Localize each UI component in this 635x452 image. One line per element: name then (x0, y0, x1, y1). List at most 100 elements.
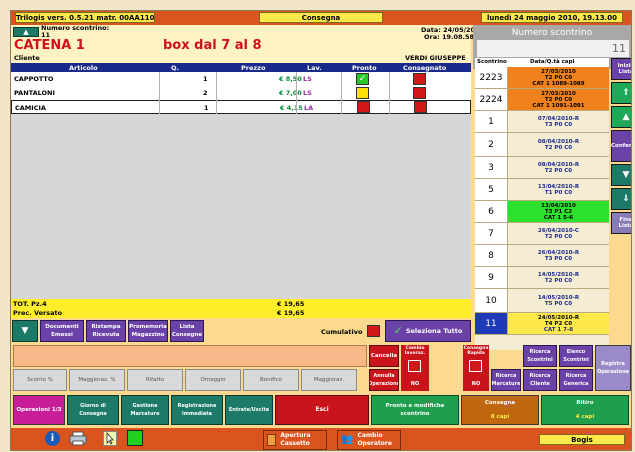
scontrino-detail-line: T2 P0 C0 (544, 233, 573, 240)
lista-consegne-button[interactable]: Lista Consegne (170, 320, 204, 342)
esci-button[interactable]: Esci (275, 395, 369, 425)
apertura-label: Apertura Cassetto (280, 432, 311, 447)
check-icon: ✓ (393, 324, 403, 337)
gestione-marcature-button[interactable]: Gestione Marcature (121, 395, 169, 425)
col-consegnato: Consegnato (403, 64, 447, 72)
documenti-emessi-button[interactable]: Documenti Emessi (40, 320, 84, 342)
input-bar[interactable] (13, 345, 367, 367)
registrazione-immediata-button[interactable]: Registrazione immediata (171, 395, 223, 425)
apertura-cassetto-button[interactable]: Apertura Cassetto (263, 430, 327, 450)
scontrino-details: 24/05/2010-R T4 P2 C0 CAT 1 7-8 (508, 313, 609, 334)
scontrino-row[interactable]: 7 26/04/2010-C T2 P0 C0 (475, 223, 609, 245)
total-value: € 19,65 (277, 300, 305, 308)
cumulativo-label: Cumulativo (321, 328, 363, 336)
cumulativo-toggle[interactable] (367, 325, 380, 337)
pronto-toggle[interactable] (357, 101, 370, 113)
operazioni-button[interactable]: Operazioni 1/3 (13, 395, 65, 425)
item-qty: 1 (204, 104, 209, 112)
col-lav: Lav. (307, 64, 322, 72)
cambio-label: Cambio Operatore (357, 432, 392, 447)
col-qty: Q. (171, 64, 179, 72)
consegnato-toggle[interactable] (413, 73, 426, 85)
omaggio-button[interactable]: Omaggio (185, 369, 241, 391)
cliente-label: Cliente (14, 54, 40, 62)
seleziona-tutto-button[interactable]: ✓ Seleziona Tutto (385, 320, 471, 342)
annulla-operazione-button[interactable]: Annulla Operazione (369, 369, 399, 391)
cambio-operatore-button[interactable]: 👥 Cambio Operatore (337, 430, 401, 450)
scontrino-row[interactable]: 8 26/04/2010-R T3 P0 C0 (475, 245, 609, 267)
ritiro-label: Ritiro (576, 400, 594, 406)
scontrino-row[interactable]: 9 14/05/2010-R T2 P0 C0 (475, 267, 609, 289)
bonifico-button[interactable]: Bonifico (243, 369, 299, 391)
scontrino-row[interactable]: 10 14/05/2010-R T5 P0 C0 (475, 289, 609, 313)
elenco-scontrini-button[interactable]: Elenco Scontrini (559, 345, 593, 367)
page-up-button[interactable]: ⇑ (611, 82, 631, 104)
cambio-lavoraz-toggle[interactable] (408, 360, 421, 372)
version-label: Trilogis vers. 0.5.21 matr. 00AA110000 (15, 12, 155, 23)
info-icon[interactable]: i (45, 431, 60, 446)
drawer-icon (267, 434, 277, 446)
item-lav: LS (303, 75, 312, 83)
item-price: € 7,00 (279, 89, 302, 97)
promemoria-magazzino-button[interactable]: Promemoria Magazzino (128, 320, 168, 342)
scontrino-row[interactable]: 3 08/04/2010-R T2 P0 C0 (475, 157, 609, 179)
ricerca-cliente-button[interactable]: Ricerca Cliente (523, 369, 557, 391)
registra-operazione-button[interactable]: Registra Operazione (595, 345, 631, 391)
inizio-lista-button[interactable]: Inizio Lista (611, 58, 631, 80)
pronto-toggle[interactable] (356, 87, 369, 99)
scontrino-number: 2223 (475, 67, 508, 88)
giorno-consegna-button[interactable]: Giorno di Consegna (67, 395, 119, 425)
consegnato-toggle[interactable] (414, 101, 427, 113)
ricerca-generica-button[interactable]: Ricerca Generica (559, 369, 593, 391)
sconto-button[interactable]: Sconto % (13, 369, 67, 391)
scontrino-number: 8 (475, 245, 508, 266)
ricerca-scontrini-button[interactable]: Ricerca Scontrini (523, 345, 557, 367)
scontrino-row[interactable]: 1 07/04/2010-R T3 P0 C0 (475, 111, 609, 133)
consegna-button[interactable]: Consegna 8 capi (461, 395, 539, 425)
expand-down-button[interactable]: ▼ (12, 320, 38, 342)
ritiro-button[interactable]: Ritiro 4 capi (541, 395, 629, 425)
cancella-button[interactable]: Cancella (369, 345, 399, 367)
entrate-uscite-button[interactable]: Entrate/Uscite (225, 395, 273, 425)
maggioraz-percent-button[interactable]: Maggioraz. % (69, 369, 125, 391)
receipt-search-input[interactable]: 11 (477, 40, 629, 57)
table-row[interactable]: CAPPOTTO 1 € 8,50 LS ✓ (11, 72, 471, 86)
cursor-icon[interactable] (103, 431, 117, 446)
scontrino-row[interactable]: 2 08/04/2010-R T2 P0 C0 (475, 133, 609, 157)
scontrino-row[interactable]: 5 13/04/2010-R T1 P0 C0 (475, 179, 609, 201)
consegna-count: 8 capi (490, 414, 510, 420)
conferma-button[interactable]: Conferma (611, 130, 631, 162)
pronto-check-icon[interactable]: ✓ (356, 73, 369, 85)
rifatto-button[interactable]: Rifatto (127, 369, 183, 391)
scroll-up-list-button[interactable]: ▲ (611, 106, 631, 128)
scontrino-row[interactable]: 6 13/04/2010 T3 P1 C2 CAT 1 5-6 (475, 201, 609, 223)
consegnato-toggle[interactable] (413, 87, 426, 99)
item-qty: 1 (203, 75, 208, 83)
consegna-label: Consegna (484, 400, 516, 406)
scroll-up-button[interactable]: ▲ (13, 27, 39, 37)
table-row[interactable]: PANTALONI 2 € 7,00 LS (11, 86, 471, 100)
scontrino-number: 2 (475, 133, 508, 156)
page-down-button[interactable]: ⇓ (611, 188, 631, 210)
mode-label: Consegna (259, 12, 383, 23)
maggioraz-button[interactable]: Maggioraz. (301, 369, 357, 391)
scroll-down-list-button[interactable]: ▼ (611, 164, 631, 186)
pronto-modifiche-button[interactable]: Pronto e modifiche scontrino (371, 395, 459, 425)
fine-lista-button[interactable]: Fine Lista (611, 212, 631, 234)
col-divider (389, 72, 390, 114)
scontrino-row[interactable]: 2224 27/03/2010 T2 P0 C0 CAT 1 1091-1091 (475, 89, 609, 111)
scontrino-number: 11 (475, 313, 508, 334)
scontrino-details: 13/04/2010 T3 P1 C2 CAT 1 5-6 (508, 201, 609, 222)
item-price: € 4,15 (280, 104, 303, 112)
ristampa-ricevuta-button[interactable]: Ristampa Ricevuta (86, 320, 126, 342)
printer-icon[interactable] (69, 431, 87, 446)
scontrino-row[interactable]: 2223 27/03/2010 T2 P0 C0 CAT 1 1089-1089 (475, 67, 609, 89)
scontrino-row[interactable]: 11 24/05/2010-R T4 P2 C0 CAT 1 7-8 (475, 313, 609, 335)
items-area: CAPPOTTO 1 € 8,50 LS ✓ PANTALONI 2 € 7,0… (11, 72, 471, 302)
table-row[interactable]: CAMICIA 1 € 4,15 LA (11, 100, 471, 114)
col-divider (341, 72, 342, 114)
consegna-rapida-toggle[interactable] (469, 360, 482, 372)
scontrino-detail-line: CAT 1 7-8 (543, 326, 574, 333)
scontrino-detail-line: CAT 1 1089-1089 (532, 80, 585, 87)
ricerca-marcature-button[interactable]: Ricerca Marcature (491, 369, 521, 391)
